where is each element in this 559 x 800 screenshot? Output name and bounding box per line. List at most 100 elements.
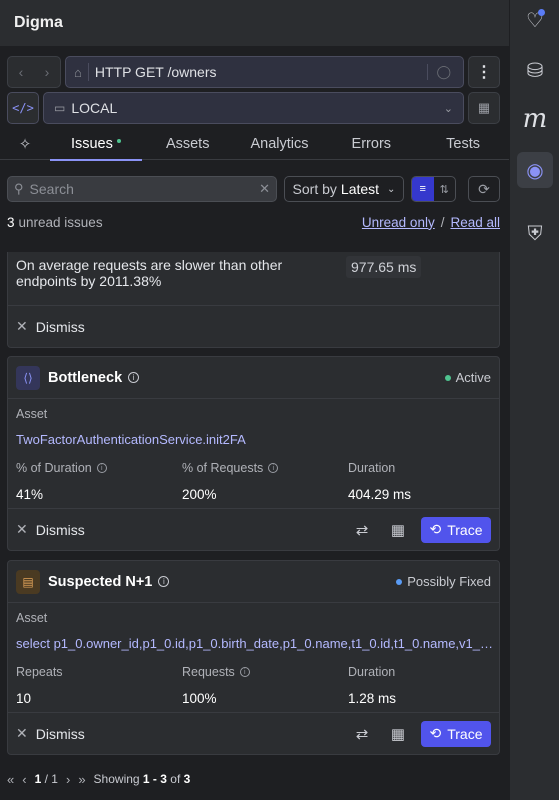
monitor-icon: ▭: [54, 101, 66, 115]
trace-icon: ⟲: [429, 521, 442, 537]
total-pages: 1: [51, 772, 58, 786]
status-dot: [396, 578, 403, 585]
issues-summary: 3 unread issues Unread only / Read all: [7, 212, 500, 232]
notification-dot: [538, 9, 545, 16]
tab-assets-label: Assets: [165, 135, 210, 152]
unread-only-link[interactable]: Unread only: [362, 215, 435, 230]
metric-value: 100%: [182, 691, 217, 706]
sort-descending-icon[interactable]: ≡: [412, 177, 434, 201]
asset-label: Asset: [16, 611, 48, 625]
repeat-icon[interactable]: ⇄: [349, 517, 375, 543]
next-page-icon[interactable]: ›: [66, 772, 70, 787]
metric-value: 1.28 ms: [348, 691, 397, 706]
m-logo-icon[interactable]: m: [517, 101, 553, 137]
database-icon[interactable]: ⛁: [517, 52, 553, 88]
issue-card-slow-endpoint: On average requests are slower than othe…: [7, 252, 500, 348]
metric-label: % of Requests: [182, 461, 264, 475]
code-icon[interactable]: </>: [7, 92, 39, 124]
issue-value: 977.65 ms: [346, 256, 422, 278]
showing-range: 1 - 3: [142, 772, 167, 786]
trace-button[interactable]: ⟲ Trace: [421, 720, 491, 747]
digma-logo-icon[interactable]: ◉: [517, 152, 553, 188]
close-icon: ✕: [16, 725, 28, 741]
asset-link[interactable]: select p1_0.owner_id,p1_0.id,p1_0.birth_…: [16, 636, 494, 651]
metric-value: 200%: [182, 487, 217, 502]
metric-value: 10: [16, 691, 32, 706]
tab-issues[interactable]: Issues: [50, 128, 142, 161]
info-icon[interactable]: i: [128, 372, 140, 383]
navigation-row: ‹ › ⌂ HTTP GET /owners ◯ ⋮: [7, 56, 500, 88]
unread-count: 3: [7, 214, 15, 230]
refresh-button[interactable]: ⟳: [468, 176, 500, 202]
previous-page-icon[interactable]: ‹: [22, 772, 26, 787]
dismiss-button[interactable]: ✕ Dismiss: [16, 725, 85, 742]
histogram-icon[interactable]: ▦: [385, 517, 411, 543]
tab-errors[interactable]: Errors: [325, 128, 417, 160]
asset-label: Asset: [16, 407, 48, 421]
metric-label: Duration: [348, 665, 396, 679]
info-icon[interactable]: i: [158, 576, 170, 587]
status-badge: Active: [444, 370, 491, 385]
location-text: HTTP GET /owners: [94, 64, 217, 80]
histogram-icon[interactable]: ▦: [385, 721, 411, 747]
info-icon[interactable]: i: [268, 463, 279, 473]
current-page: 1: [34, 772, 42, 786]
shield-icon[interactable]: ⛨: [517, 216, 553, 252]
home-icon[interactable]: ⌂: [74, 65, 82, 80]
chevron-down-icon: ⌄: [443, 102, 453, 115]
repeat-icon[interactable]: ⇄: [349, 721, 375, 747]
issues-toolbar: ⚲ ✕ Sort by Latest ⌄ ≡ ⇅ ⟳: [7, 176, 500, 202]
card-footer: ✕ Dismiss ⇄ ▦ ⟲ Trace: [8, 508, 499, 550]
page-indicator: 1 / 1: [34, 772, 58, 786]
search-input[interactable]: [29, 181, 254, 197]
last-page-icon[interactable]: »: [78, 772, 85, 787]
asset-link[interactable]: TwoFactorAuthenticationService.init2FA: [16, 432, 494, 447]
tab-analytics[interactable]: Analytics: [234, 128, 326, 160]
status-label: Active: [455, 370, 491, 385]
bell-icon[interactable]: ♡: [517, 2, 553, 38]
grid-icon[interactable]: ▦: [468, 92, 500, 124]
card-footer: ✕ Dismiss: [8, 305, 499, 347]
kebab-menu-button[interactable]: ⋮: [468, 56, 500, 88]
forward-arrow-icon[interactable]: ›: [45, 64, 50, 80]
status-badge: Possibly Fixed: [396, 574, 491, 589]
trace-label: Trace: [447, 725, 483, 742]
tool-window-sidebar: ♡ ⛁ m ◉ ⛨: [509, 0, 559, 800]
metric-label: Duration: [348, 461, 396, 475]
trace-button[interactable]: ⟲ Trace: [421, 516, 491, 543]
first-page-icon[interactable]: «: [7, 772, 14, 787]
back-arrow-icon[interactable]: ‹: [19, 64, 24, 80]
dismiss-button[interactable]: ✕ Dismiss: [16, 318, 85, 335]
dismiss-label: Dismiss: [35, 521, 85, 538]
spinner-icon: ◯: [427, 64, 459, 80]
sort-ascending-icon[interactable]: ⇅: [434, 177, 456, 201]
info-icon[interactable]: i: [239, 667, 250, 677]
environment-row: </> ▭ LOCAL ⌄ ▦: [7, 92, 500, 124]
metric-label: % of Duration: [16, 461, 92, 475]
info-icon[interactable]: i: [96, 463, 107, 473]
tab-assets[interactable]: Assets: [142, 128, 234, 160]
tab-errors-label: Errors: [351, 135, 392, 152]
magic-wand-icon[interactable]: ✧: [0, 135, 50, 153]
environment-label: LOCAL: [71, 100, 118, 116]
refresh-icon: ⟳: [478, 180, 490, 197]
environment-select[interactable]: ▭ LOCAL ⌄: [43, 92, 464, 124]
showing-total: 3: [183, 772, 191, 786]
card-header: ⟨⟩ Bottleneck i Active: [8, 357, 499, 399]
metric-value: 41%: [16, 487, 44, 502]
summary-links: Unread only / Read all: [362, 215, 500, 230]
tab-issues-label: Issues: [70, 135, 113, 152]
dismiss-button[interactable]: ✕ Dismiss: [16, 521, 85, 538]
metric-requests-percent: % of Requests i 200%: [182, 461, 279, 502]
trace-label: Trace: [447, 521, 483, 538]
history-arrows: ‹ ›: [7, 56, 61, 88]
trace-icon: ⟲: [429, 725, 442, 741]
status-label: Possibly Fixed: [407, 574, 491, 589]
location-bar[interactable]: ⌂ HTTP GET /owners ◯: [65, 56, 464, 88]
new-indicator-dot: [116, 138, 121, 143]
read-all-link[interactable]: Read all: [450, 215, 500, 230]
clear-icon[interactable]: ✕: [253, 181, 276, 197]
tab-tests[interactable]: Tests: [417, 128, 509, 160]
links-separator: /: [440, 214, 445, 230]
sort-dropdown[interactable]: Sort by Latest ⌄: [284, 176, 404, 202]
